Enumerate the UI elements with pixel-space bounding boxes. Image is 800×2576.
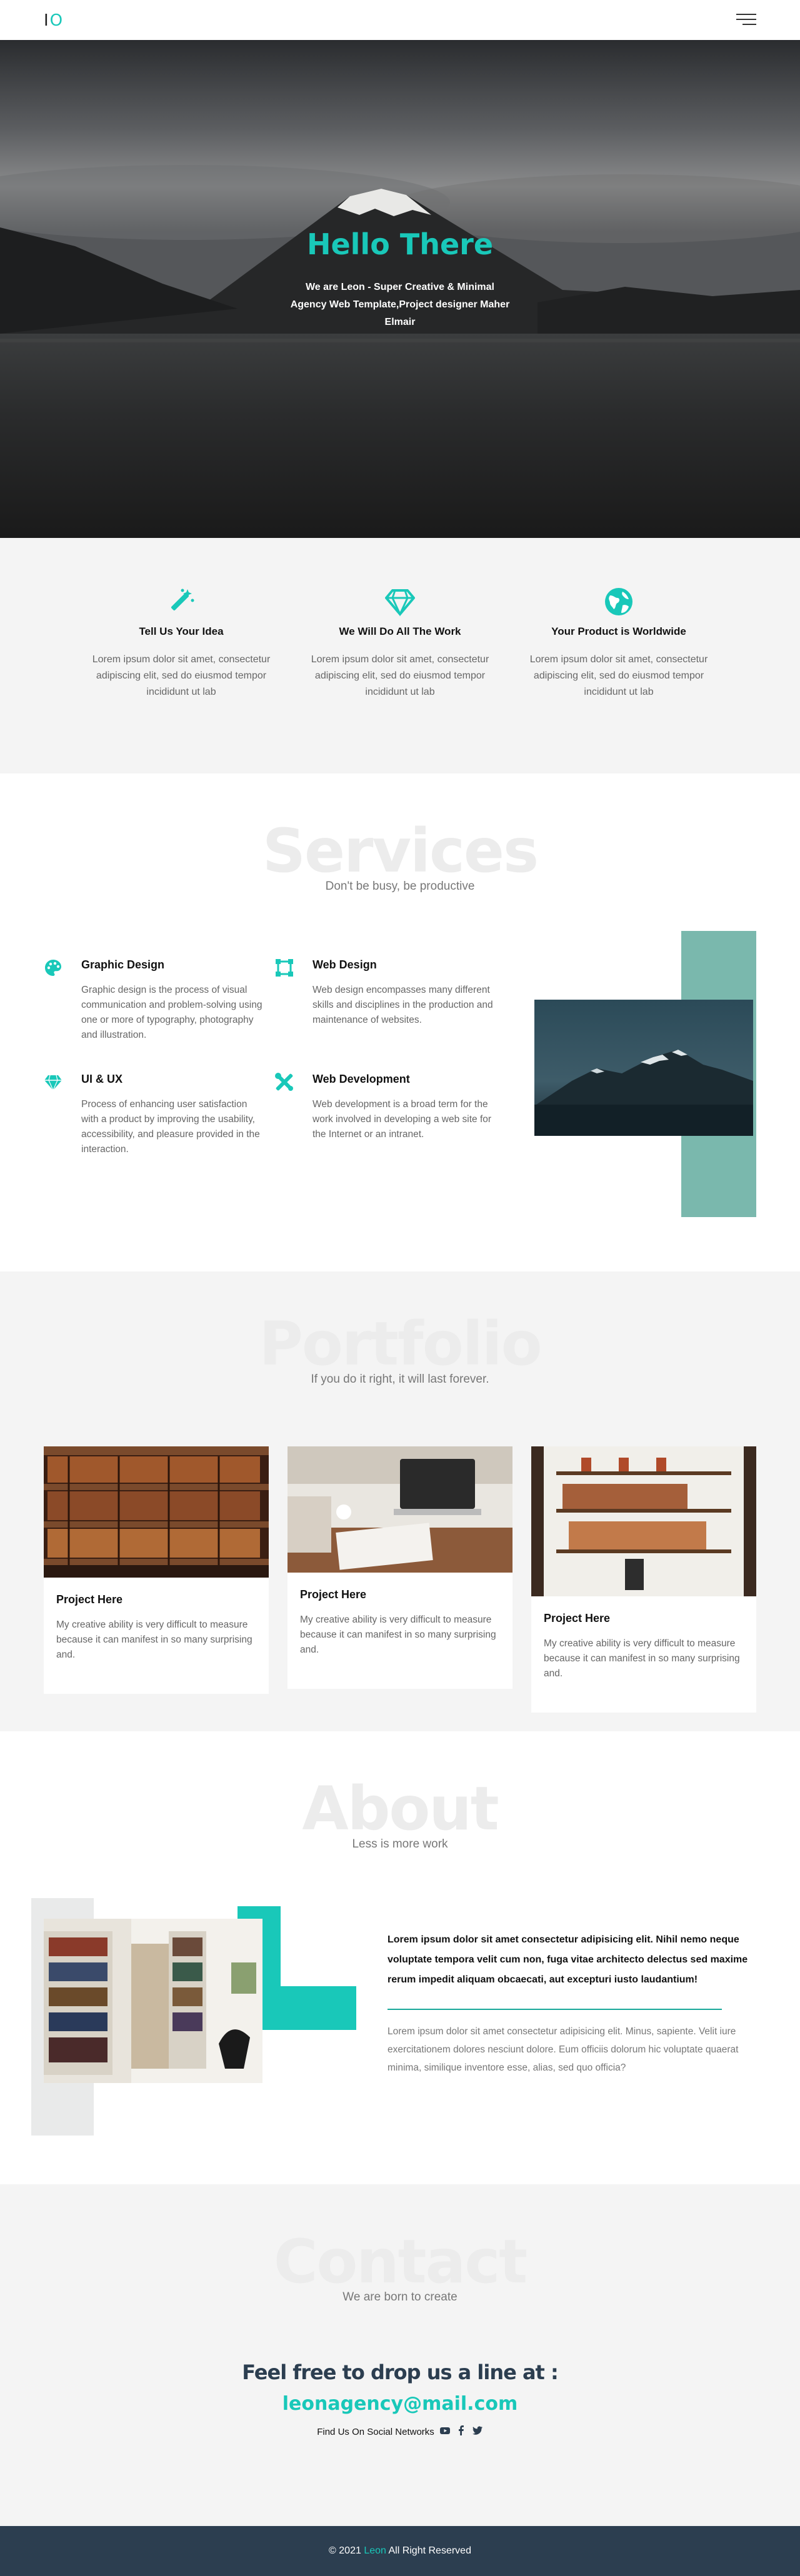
- hero-subtitle: We are Leon - Super Creative & Minimal A…: [290, 282, 510, 327]
- hero-title: Hello There: [306, 227, 494, 261]
- card-title: Project Here: [544, 1612, 611, 1624]
- library-shelves-image: [44, 1446, 269, 1581]
- footer-suffix: All Right Reserved: [388, 2545, 471, 2556]
- service-text: Graphic design is the process of visual …: [81, 985, 262, 1040]
- laptop-desk-image: [288, 1446, 512, 1576]
- feature-title: We Will Do All The Work: [339, 625, 461, 637]
- footer-prefix: © 2021: [329, 2545, 361, 2556]
- globe-icon: [604, 587, 634, 617]
- feature-item: Tell Us Your Idea Lorem ipsum dolor sit …: [88, 587, 275, 700]
- feature-text: Lorem ipsum dolor sit amet, consectetur …: [92, 654, 271, 697]
- tools-icon: [275, 1073, 294, 1092]
- service-title: Graphic Design: [81, 958, 165, 971]
- hamburger-menu-icon[interactable]: [736, 14, 756, 26]
- about-section: About Less is more work Lorem ipsum dolo…: [0, 1731, 800, 2184]
- feature-title: Your Product is Worldwide: [551, 625, 686, 637]
- contact-email-link[interactable]: leonagency@mail.com: [0, 2393, 800, 2415]
- feature-text: Lorem ipsum dolor sit amet, consectetur …: [529, 654, 708, 697]
- feature-item: We Will Do All The Work Lorem ipsum dolo…: [306, 587, 494, 700]
- card-text: My creative ability is very difficult to…: [56, 1619, 252, 1660]
- decorative-cutout: [281, 1906, 356, 1986]
- service-text: Process of enhancing user satisfaction w…: [81, 1099, 260, 1155]
- section-heading: Services: [262, 816, 539, 886]
- portfolio-section: Portfolio If you do it right, it will la…: [0, 1271, 800, 1731]
- bookshelf-wall-image: [531, 1446, 756, 1599]
- service-item: UI & UX Process of enhancing user satisf…: [44, 1073, 275, 1157]
- palette-icon: [44, 958, 62, 977]
- service-title: Web Development: [312, 1073, 410, 1085]
- feature-title: Tell Us Your Idea: [139, 625, 224, 637]
- section-heading: Contact: [273, 2227, 528, 2297]
- social-label: Find Us On Social Networks: [317, 2426, 434, 2437]
- twitter-icon[interactable]: [472, 2425, 483, 2439]
- youtube-icon[interactable]: [439, 2425, 451, 2439]
- facebook-icon[interactable]: [456, 2425, 467, 2439]
- service-item: Graphic Design Graphic design is the pro…: [44, 958, 275, 1043]
- logo-letter-o: O: [49, 11, 64, 30]
- contact-line: Feel free to drop us a line at :: [242, 2360, 559, 2384]
- gem-icon: [44, 1073, 62, 1092]
- feature-item: Your Product is Worldwide Lorem ipsum do…: [525, 587, 712, 700]
- card-title: Project Here: [56, 1593, 123, 1606]
- logo-letter-i: I: [44, 11, 50, 30]
- service-item: Web Design Web design encompasses many d…: [275, 958, 494, 1043]
- card-text: My creative ability is very difficult to…: [544, 1638, 740, 1679]
- service-text: Web development is a broad term for the …: [312, 1099, 492, 1140]
- footer-brand[interactable]: Leon: [364, 2545, 386, 2556]
- contact-section: Contact We are born to create Feel free …: [0, 2184, 800, 2526]
- service-item: Web Development Web development is a bro…: [275, 1073, 494, 1157]
- about-bold-text: Lorem ipsum dolor sit amet consectetur a…: [388, 1934, 748, 1985]
- service-title: Web Design: [312, 958, 377, 971]
- section-subheading: Less is more work: [352, 1838, 448, 1851]
- feature-text: Lorem ipsum dolor sit amet, consectetur …: [311, 654, 489, 697]
- service-text: Web design encompasses many different sk…: [312, 985, 493, 1025]
- hero-section: Hello There We are Leon - Super Creative…: [0, 40, 800, 538]
- section-subheading: If you do it right, it will last forever…: [311, 1373, 489, 1386]
- section-heading: Portfolio: [259, 1309, 542, 1379]
- magic-wand-icon: [166, 587, 196, 617]
- portfolio-card[interactable]: Project Here My creative ability is very…: [531, 1446, 756, 1713]
- divider: [388, 2009, 722, 2010]
- vector-square-icon: [275, 958, 294, 977]
- diamond-icon: [385, 587, 415, 617]
- card-title: Project Here: [300, 1588, 367, 1601]
- footer: © 2021 Leon All Right Reserved: [0, 2526, 800, 2576]
- bookcase-room-image: [44, 1919, 262, 2083]
- portfolio-card[interactable]: Project Here My creative ability is very…: [288, 1446, 512, 1689]
- service-title: UI & UX: [81, 1073, 123, 1085]
- section-subheading: We are born to create: [342, 2290, 458, 2304]
- about-light-text: Lorem ipsum dolor sit amet consectetur a…: [388, 2026, 739, 2073]
- logo[interactable]: IO: [44, 11, 64, 30]
- portfolio-card[interactable]: Project Here My creative ability is very…: [44, 1446, 269, 1694]
- card-text: My creative ability is very difficult to…: [300, 1614, 496, 1655]
- services-mountain-image: [534, 1000, 753, 1136]
- navbar: IO: [0, 0, 800, 40]
- section-subheading: Don't be busy, be productive: [325, 880, 475, 893]
- section-heading: About: [302, 1774, 499, 1844]
- services-section: Services Don't be busy, be productive Gr…: [0, 773, 800, 1271]
- features-section: Tell Us Your Idea Lorem ipsum dolor sit …: [0, 538, 800, 773]
- social-row: Find Us On Social Networks: [0, 2425, 800, 2439]
